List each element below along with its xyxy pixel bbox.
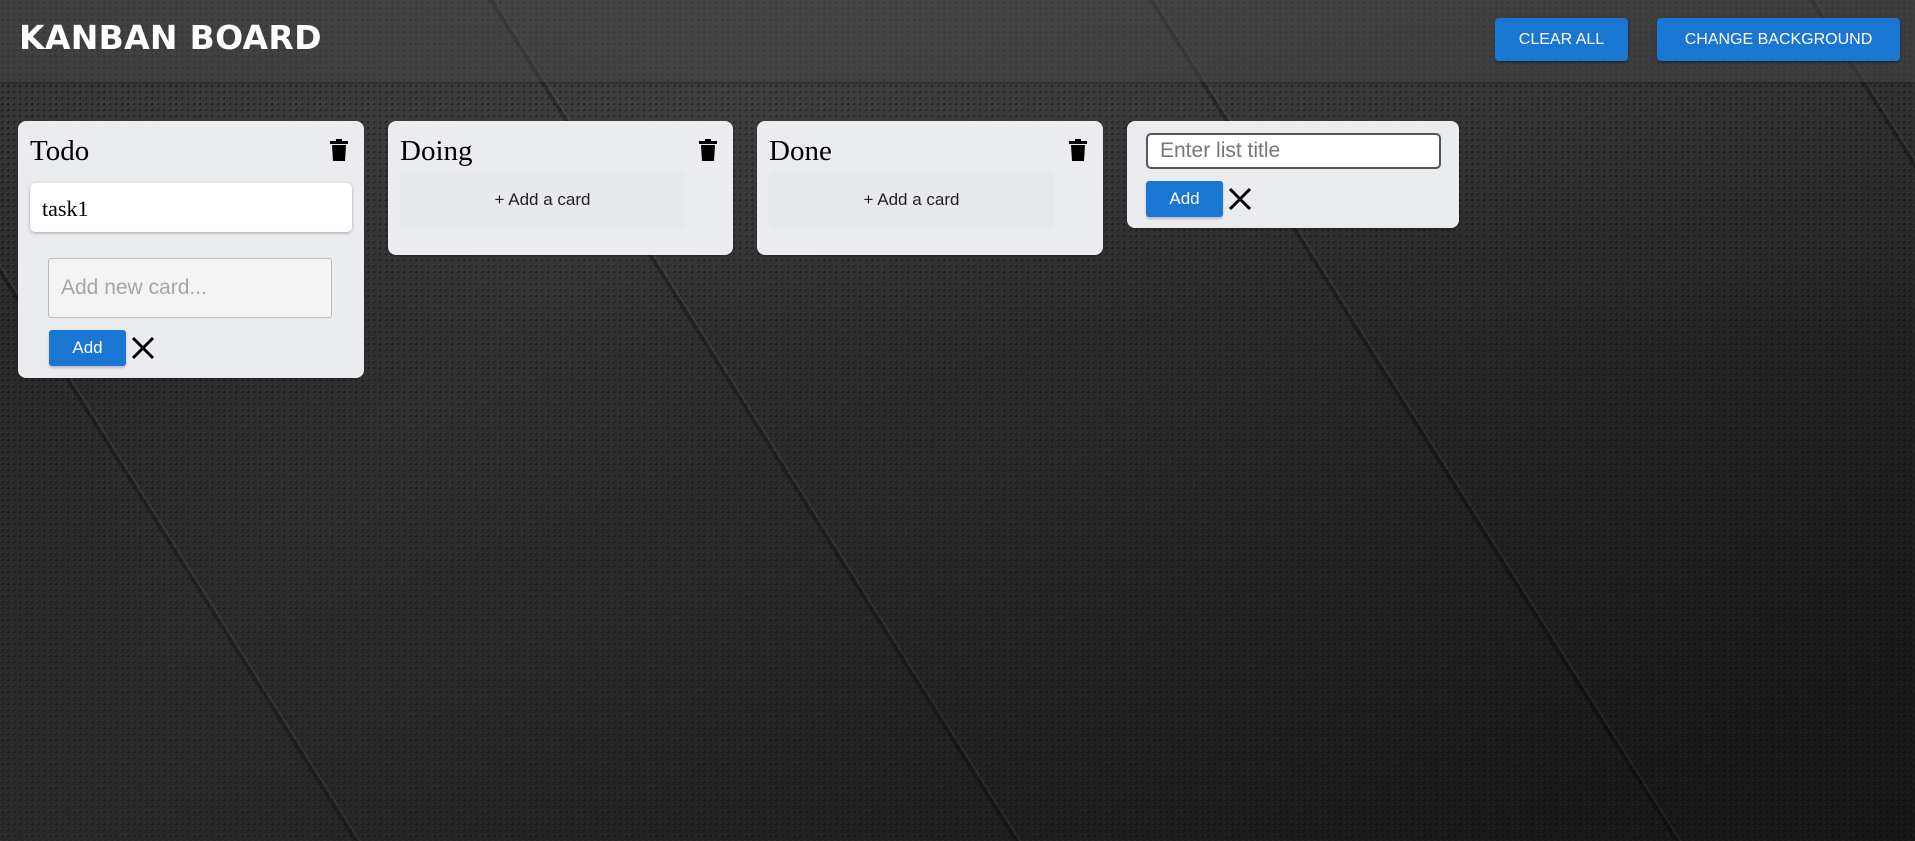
- card[interactable]: task1: [30, 183, 352, 232]
- add-a-card-button[interactable]: + Add a card: [400, 171, 685, 229]
- add-list-button[interactable]: Add: [1146, 181, 1223, 217]
- app-bar: KANBAN BOARD CLEAR ALL CHANGE BACKGROUND: [0, 0, 1915, 82]
- trash-icon[interactable]: [330, 139, 348, 161]
- list-doing: Doing + Add a card: [388, 121, 733, 255]
- new-list-composer: Add: [1127, 121, 1459, 228]
- clear-all-button[interactable]: CLEAR ALL: [1495, 18, 1628, 61]
- list-title[interactable]: Todo: [30, 135, 89, 168]
- trash-icon[interactable]: [699, 139, 717, 161]
- add-a-card-button[interactable]: + Add a card: [769, 171, 1054, 229]
- app-title: KANBAN BOARD: [19, 18, 322, 57]
- change-background-button[interactable]: CHANGE BACKGROUND: [1657, 18, 1900, 61]
- list-title-input[interactable]: [1146, 133, 1441, 169]
- trash-icon[interactable]: [1069, 139, 1087, 161]
- list-todo: Todo task1 Add: [18, 121, 364, 378]
- list-title[interactable]: Done: [769, 135, 832, 168]
- add-card-button[interactable]: Add: [49, 330, 126, 366]
- list-done: Done + Add a card: [757, 121, 1103, 255]
- close-icon[interactable]: [131, 336, 155, 360]
- close-icon[interactable]: [1228, 187, 1252, 211]
- list-title[interactable]: Doing: [400, 135, 473, 168]
- new-card-input[interactable]: [48, 258, 332, 318]
